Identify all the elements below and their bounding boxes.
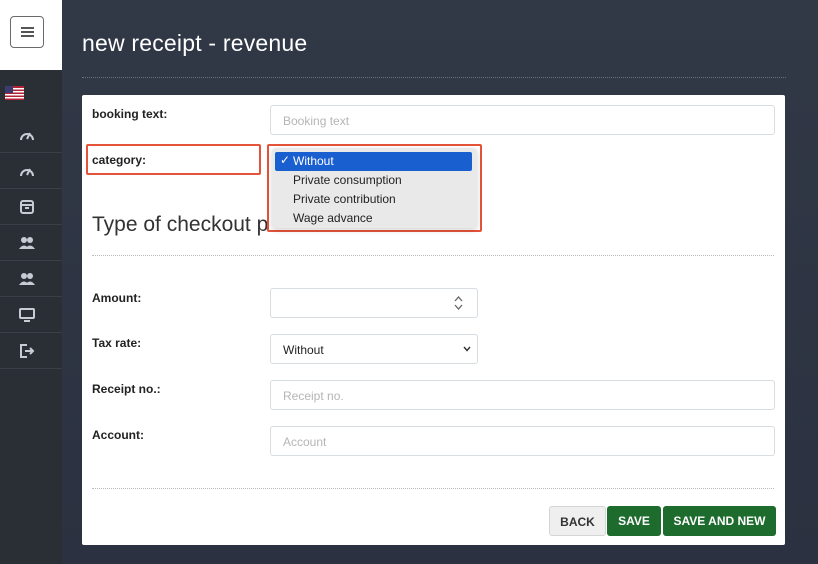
sidebar bbox=[0, 0, 62, 564]
receipt-no-placeholder: Receipt no. bbox=[283, 389, 344, 403]
speedometer-icon bbox=[20, 168, 34, 177]
checkout-section-heading: Type of checkout p bbox=[92, 213, 269, 236]
sidebar-item-logout[interactable] bbox=[0, 333, 62, 369]
users-icon bbox=[19, 237, 35, 249]
account-placeholder: Account bbox=[283, 435, 327, 449]
us-flag-icon[interactable] bbox=[5, 86, 24, 100]
receipt-no-input[interactable]: Receipt no. bbox=[270, 380, 775, 410]
number-stepper-icon[interactable] bbox=[454, 295, 463, 311]
tax-rate-select[interactable]: Without bbox=[270, 334, 478, 364]
sidebar-item-dashboard[interactable] bbox=[0, 117, 62, 153]
monitor-icon bbox=[19, 308, 35, 322]
account-label: Account: bbox=[92, 428, 144, 442]
category-option-wage-advance[interactable]: Wage advance bbox=[275, 209, 472, 228]
account-input[interactable]: Account bbox=[270, 426, 775, 456]
receipt-no-label: Receipt no.: bbox=[92, 382, 161, 396]
menu-icon bbox=[21, 27, 34, 29]
sidebar-item-users[interactable] bbox=[0, 225, 62, 261]
sidebar-item-monitor[interactable] bbox=[0, 297, 62, 333]
booking-text-input[interactable]: Booking text bbox=[270, 105, 775, 135]
category-option-without[interactable]: ✓ Without bbox=[275, 152, 472, 171]
checkmark-icon: ✓ bbox=[280, 153, 291, 167]
section-divider bbox=[92, 255, 774, 256]
save-button[interactable]: SAVE bbox=[607, 506, 661, 536]
sidebar-item-dashboard-2[interactable] bbox=[0, 153, 62, 189]
tax-rate-value: Without bbox=[283, 343, 324, 357]
booking-text-label: booking text: bbox=[92, 107, 168, 121]
buttons-divider bbox=[92, 488, 774, 489]
title-divider bbox=[82, 77, 786, 78]
users-icon bbox=[19, 273, 35, 285]
chevron-down-icon bbox=[463, 346, 471, 352]
tax-rate-label: Tax rate: bbox=[92, 336, 142, 350]
speedometer-icon bbox=[20, 132, 34, 141]
sidebar-item-archive[interactable] bbox=[0, 189, 62, 225]
logout-icon bbox=[20, 344, 35, 358]
category-dropdown[interactable]: ✓ Without Private consumption Private co… bbox=[272, 148, 477, 228]
amount-label: Amount: bbox=[92, 291, 142, 305]
save-and-new-button[interactable]: SAVE AND NEW bbox=[663, 506, 776, 536]
menu-box bbox=[0, 0, 62, 70]
archive-box-icon bbox=[20, 200, 34, 214]
back-button[interactable]: BACK bbox=[549, 506, 606, 536]
sidebar-item-users-2[interactable] bbox=[0, 261, 62, 297]
category-label: category: bbox=[92, 153, 147, 167]
category-option-label: Without bbox=[293, 154, 334, 168]
category-option-private-consumption[interactable]: Private consumption bbox=[275, 171, 472, 190]
category-option-private-contribution[interactable]: Private contribution bbox=[275, 190, 472, 209]
booking-text-placeholder: Booking text bbox=[283, 114, 350, 128]
amount-input[interactable] bbox=[270, 288, 478, 318]
page-title: new receipt - revenue bbox=[82, 30, 308, 56]
menu-toggle-button[interactable] bbox=[10, 16, 44, 48]
